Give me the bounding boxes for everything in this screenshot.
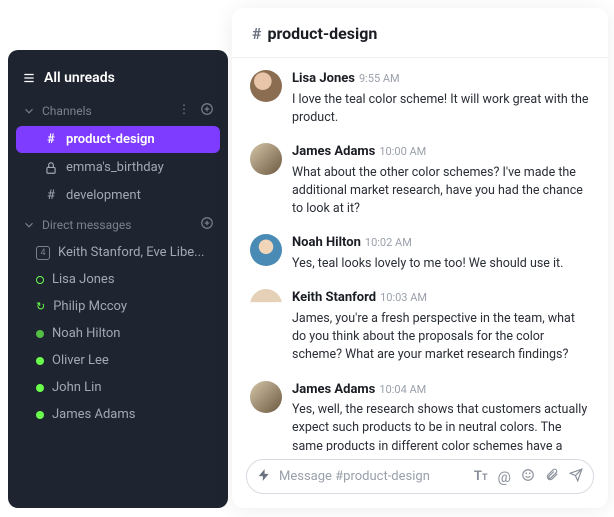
all-unreads-row[interactable]: All unreads: [8, 64, 228, 96]
all-unreads-label: All unreads: [44, 70, 115, 86]
message: Noah Hilton 10:02 AM Yes, teal looks lovel…: [250, 234, 590, 273]
message: James Adams 10:00 AM What about the other …: [250, 143, 590, 218]
avatar[interactable]: [250, 381, 282, 413]
more-icon[interactable]: ⋮: [178, 102, 190, 119]
channel-name: product-design: [66, 132, 155, 147]
presence-online-icon: [36, 357, 44, 365]
presence-idle-icon: [36, 330, 44, 338]
mention-icon[interactable]: @: [498, 468, 511, 486]
message-text: James, you're a fresh perspective in the…: [292, 310, 590, 364]
dm-name: John Lin: [52, 380, 102, 395]
dm-name: Lisa Jones: [52, 272, 115, 287]
dms-label: Direct messages: [42, 218, 131, 232]
add-dm-icon[interactable]: [200, 216, 214, 233]
channel-name: emma's_birthday: [66, 160, 164, 175]
presence-online-icon: [36, 411, 44, 419]
refresh-icon: ↻: [36, 300, 45, 313]
hash-icon: #: [44, 189, 58, 203]
hash-icon: #: [252, 24, 261, 43]
message-text: What about the other color schemes? I've…: [292, 164, 590, 218]
message-author[interactable]: Keith Stanford: [292, 290, 376, 305]
sidebar-dm[interactable]: James Adams: [8, 401, 228, 428]
message: James Adams 10:04 AM Yes, well, the resear…: [250, 381, 590, 452]
message-time: 10:02 AM: [365, 236, 412, 249]
message-time: 10:04 AM: [379, 383, 426, 396]
lightning-icon[interactable]: [257, 467, 271, 486]
channel-name: development: [66, 188, 141, 203]
sidebar-dm[interactable]: ↻ Philip Mccoy: [8, 293, 228, 320]
message: Keith Stanford 10:03 AM James, you're a fr…: [250, 289, 590, 364]
avatar[interactable]: [250, 289, 282, 321]
sidebar-dm[interactable]: Lisa Jones: [8, 266, 228, 293]
dm-name: Philip Mccoy: [53, 299, 127, 314]
message-time: 10:00 AM: [379, 145, 426, 158]
channels-label: Channels: [42, 104, 92, 118]
lock-icon: [44, 161, 58, 175]
sidebar-channel[interactable]: # product-design: [16, 126, 220, 153]
channel-header[interactable]: # product-design: [232, 8, 608, 58]
dm-name: James Adams: [52, 407, 135, 422]
dm-name: Keith Stanford, Eve Libe...: [58, 245, 204, 260]
message-author[interactable]: Noah Hilton: [292, 235, 361, 250]
avatar[interactable]: [250, 70, 282, 102]
message-text: Yes, well, the research shows that custo…: [292, 401, 590, 451]
count-badge-icon: 4: [36, 246, 50, 260]
presence-online-icon: [36, 384, 44, 392]
message-text: I love the teal color scheme! It will wo…: [292, 91, 590, 127]
dm-name: Oliver Lee: [52, 353, 109, 368]
dm-name: Noah Hilton: [52, 326, 120, 341]
format-icon[interactable]: TT: [474, 469, 488, 484]
channels-section-header[interactable]: Channels ⋮: [8, 96, 228, 125]
chevron-down-icon: [22, 104, 36, 118]
emoji-icon[interactable]: [521, 467, 535, 486]
sidebar-dm[interactable]: Noah Hilton: [8, 320, 228, 347]
message: Lisa Jones 9:55 AM I love the teal color s…: [250, 70, 590, 127]
hash-icon: #: [44, 133, 58, 147]
sidebar: All unreads Channels ⋮ # product-design em…: [8, 50, 228, 508]
channel-name: product-design: [267, 24, 377, 43]
dms-section-header[interactable]: Direct messages: [8, 210, 228, 239]
sidebar-dm[interactable]: Oliver Lee: [8, 347, 228, 374]
messages-list: Lisa Jones 9:55 AM I love the teal color s…: [232, 58, 608, 451]
message-author[interactable]: James Adams: [292, 144, 375, 159]
message-composer[interactable]: TT @: [246, 459, 594, 494]
message-author[interactable]: Lisa Jones: [292, 71, 355, 86]
message-time: 10:03 AM: [380, 291, 427, 304]
chat-panel: # product-design Lisa Jones 9:55 AM I love…: [232, 8, 608, 508]
sidebar-channel[interactable]: emma's_birthday: [16, 154, 220, 181]
message-text: Yes, teal looks lovely to me too! We sho…: [292, 255, 590, 273]
message-author[interactable]: James Adams: [292, 382, 375, 397]
sidebar-dm[interactable]: 4 Keith Stanford, Eve Libe...: [8, 239, 228, 266]
sidebar-channel[interactable]: # development: [16, 182, 220, 209]
message-time: 9:55 AM: [359, 72, 400, 85]
avatar[interactable]: [250, 143, 282, 175]
attach-icon[interactable]: [545, 467, 559, 486]
add-channel-icon[interactable]: [200, 102, 214, 119]
avatar[interactable]: [250, 234, 282, 266]
chevron-down-icon: [22, 218, 36, 232]
list-icon: [22, 71, 36, 85]
send-icon[interactable]: [569, 467, 583, 486]
sidebar-dm[interactable]: John Lin: [8, 374, 228, 401]
message-input[interactable]: [279, 469, 466, 484]
presence-away-icon: [36, 276, 44, 284]
